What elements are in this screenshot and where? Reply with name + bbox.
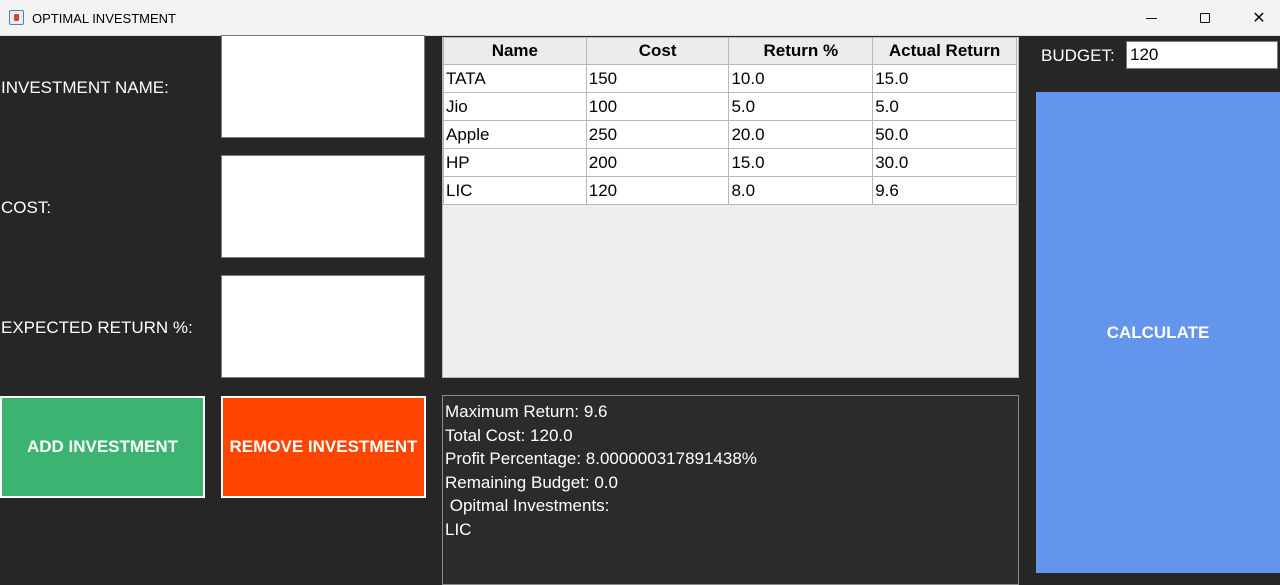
cell-actual-return[interactable]: 5.0 (872, 92, 1017, 121)
calculate-button[interactable]: CALCULATE (1036, 92, 1280, 573)
table-row[interactable]: Apple 250 20.0 50.0 (443, 120, 1017, 149)
profit-percentage-line: Profit Percentage: 8.000000317891438% (445, 449, 757, 469)
table-row[interactable]: HP 200 15.0 30.0 (443, 148, 1017, 177)
investment-name-label: INVESTMENT NAME: (1, 78, 169, 97)
close-icon: ✕ (1252, 10, 1266, 27)
remove-investment-button[interactable]: REMOVE INVESTMENT (221, 396, 426, 498)
table-row[interactable]: Jio 100 5.0 5.0 (443, 92, 1017, 121)
cell-cost[interactable]: 100 (585, 92, 730, 121)
cell-name[interactable]: TATA (443, 64, 587, 93)
window-title: OPTIMAL INVESTMENT (32, 11, 176, 26)
cell-actual-return[interactable]: 15.0 (872, 64, 1017, 93)
maximize-icon (1200, 13, 1210, 23)
add-investment-button[interactable]: ADD INVESTMENT (0, 396, 205, 498)
minimize-button[interactable] (1124, 0, 1178, 36)
table-header-row: Name Cost Return % Actual Return (443, 38, 1017, 65)
cell-cost[interactable]: 120 (585, 176, 730, 205)
java-app-icon (9, 10, 24, 25)
cell-cost[interactable]: 150 (585, 64, 730, 93)
cell-name[interactable]: Apple (443, 120, 587, 149)
cell-return[interactable]: 8.0 (728, 176, 874, 205)
total-cost-line: Total Cost: 120.0 (445, 425, 573, 445)
investments-table[interactable]: Name Cost Return % Actual Return TATA 15… (442, 37, 1019, 378)
expected-return-input[interactable] (221, 275, 425, 378)
cell-name[interactable]: LIC (443, 176, 587, 205)
optimal-investments-heading: Opitmal Investments: (445, 496, 610, 516)
cost-label: COST: (1, 198, 52, 217)
column-header-name[interactable]: Name (443, 38, 587, 65)
optimal-investment-item: LIC (445, 519, 472, 539)
close-button[interactable]: ✕ (1232, 0, 1280, 36)
cell-actual-return[interactable]: 50.0 (872, 120, 1017, 149)
results-output-area[interactable]: Maximum Return: 9.6 Total Cost: 120.0 Pr… (442, 395, 1019, 585)
column-header-actual-return[interactable]: Actual Return (872, 38, 1017, 65)
cell-return[interactable]: 20.0 (728, 120, 874, 149)
column-header-return[interactable]: Return % (728, 38, 874, 65)
cell-name[interactable]: HP (443, 148, 587, 177)
investment-name-input[interactable] (221, 35, 425, 138)
max-return-line: Maximum Return: 9.6 (445, 402, 608, 421)
cost-input[interactable] (221, 155, 425, 258)
expected-return-label: EXPECTED RETURN %: (1, 318, 193, 337)
minimize-icon (1145, 17, 1157, 19)
cell-actual-return[interactable]: 30.0 (872, 148, 1017, 177)
cell-return[interactable]: 15.0 (728, 148, 874, 177)
cell-cost[interactable]: 250 (585, 120, 730, 149)
budget-input[interactable] (1126, 41, 1278, 69)
table-row[interactable]: TATA 150 10.0 15.0 (443, 64, 1017, 93)
maximize-button[interactable] (1178, 0, 1232, 36)
cell-return[interactable]: 10.0 (728, 64, 874, 93)
title-bar: OPTIMAL INVESTMENT ✕ (0, 0, 1280, 36)
budget-label: BUDGET: (1041, 46, 1115, 65)
remaining-budget-line: Remaining Budget: 0.0 (445, 472, 618, 492)
column-header-cost[interactable]: Cost (585, 38, 730, 65)
table-row[interactable]: LIC 120 8.0 9.6 (443, 176, 1017, 205)
cell-actual-return[interactable]: 9.6 (872, 176, 1017, 205)
cell-name[interactable]: Jio (443, 92, 587, 121)
cell-cost[interactable]: 200 (585, 148, 730, 177)
cell-return[interactable]: 5.0 (728, 92, 874, 121)
